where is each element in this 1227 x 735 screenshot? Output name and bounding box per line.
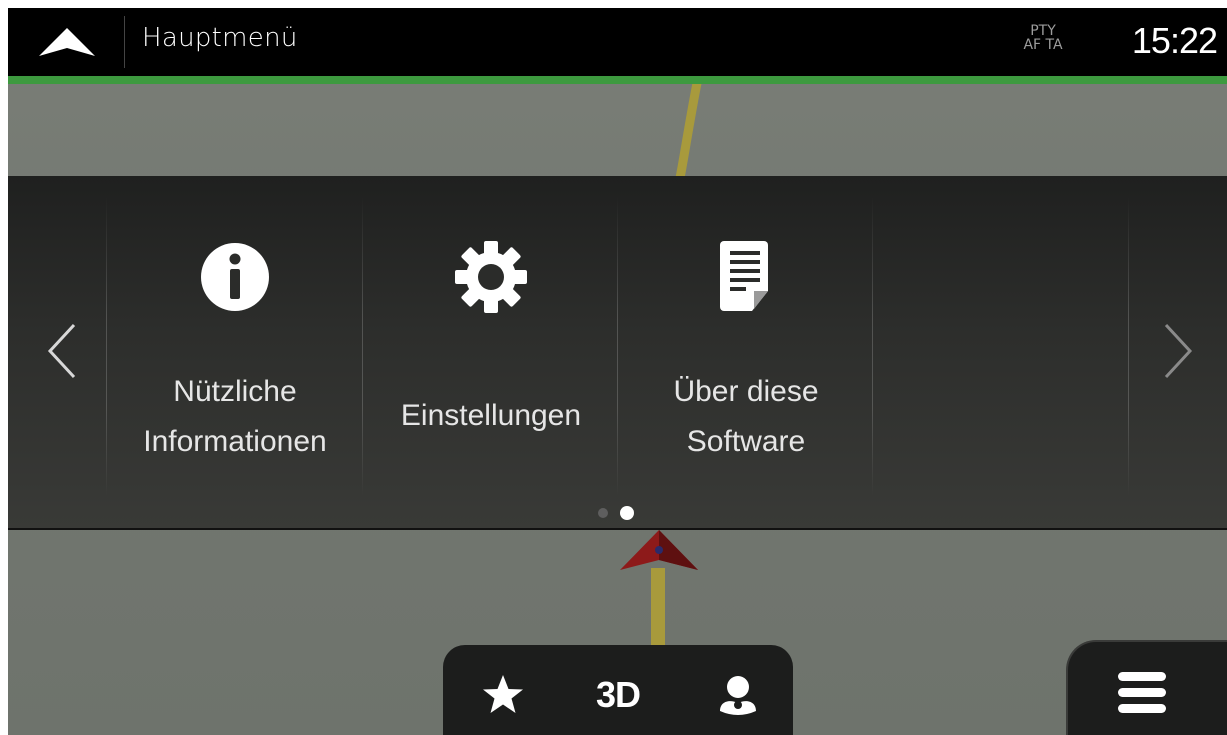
bottom-toolbar: 3D [443,645,793,735]
menu-item-about-software[interactable]: Über diese Software [619,196,873,496]
hamburger-icon [1118,672,1166,720]
view-mode-button[interactable]: 3D [578,667,658,723]
radio-status: PTY AF TA [1008,24,1078,52]
menu-panel: Nützliche Informationen Einstellungen Üb… [8,176,1227,530]
menu-item-label-line2: Software [686,425,806,458]
back-button[interactable] [30,20,104,64]
navigation-screen: Hauptmenü PTY AF TA 15:22 Nützliche Info… [8,8,1227,735]
column-divider [1128,196,1129,496]
page-indicator [598,506,634,520]
next-page-button[interactable] [1148,316,1208,386]
menu-item-settings[interactable]: Einstellungen [364,196,618,496]
contacts-button[interactable] [698,667,778,723]
page-title: Hauptmenü [142,23,298,53]
info-icon [201,243,269,311]
menu-item-empty [874,196,1128,496]
vehicle-position-icon [620,530,698,570]
chevron-left-icon [47,323,76,379]
header-accent-line [8,76,1227,84]
person-pin-icon [720,676,756,715]
menu-item-label-line1: Über diese [673,375,819,408]
page-dot-active [620,506,634,520]
clock: 15:22 [1131,20,1218,61]
menu-item-label-line2: Informationen [143,425,327,458]
previous-page-button[interactable] [32,316,92,386]
menu-item-useful-information[interactable]: Nützliche Informationen [108,196,362,496]
up-arrow-icon [39,28,95,56]
favorites-button[interactable] [463,667,543,723]
chevron-right-icon [1164,323,1193,379]
rds-pty: PTY [1030,23,1056,39]
main-menu-button[interactable] [1066,640,1227,735]
header-divider [124,16,125,68]
top-bar: Hauptmenü PTY AF TA 15:22 [8,8,1227,76]
gear-icon [455,241,527,313]
rds-af-ta: AF TA [1023,37,1063,53]
menu-item-label-line1: Einstellungen [400,399,582,432]
column-divider [106,196,107,496]
star-icon [483,675,523,713]
page-dot [598,508,608,518]
document-icon [720,241,768,311]
menu-item-label-line1: Nützliche [173,375,297,408]
column-divider [362,196,363,496]
